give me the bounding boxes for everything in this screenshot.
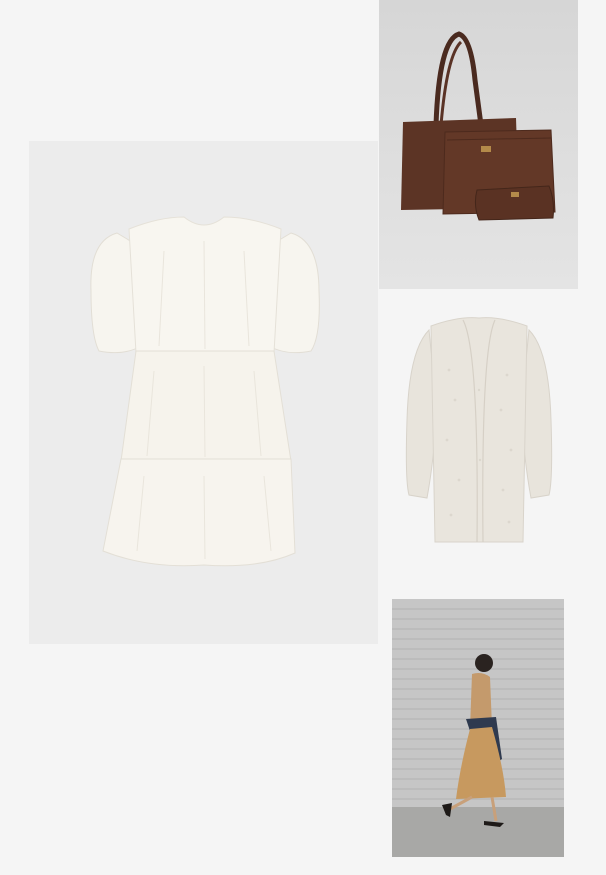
product-image-cardigan[interactable] (379, 290, 578, 575)
bag-icon (379, 0, 578, 289)
cardigan-icon (379, 290, 578, 575)
product-image-dress[interactable] (29, 141, 378, 644)
product-image-bags[interactable] (379, 0, 578, 289)
person-icon (392, 599, 564, 857)
dress-icon (29, 141, 378, 644)
lifestyle-image-model[interactable] (392, 599, 564, 857)
